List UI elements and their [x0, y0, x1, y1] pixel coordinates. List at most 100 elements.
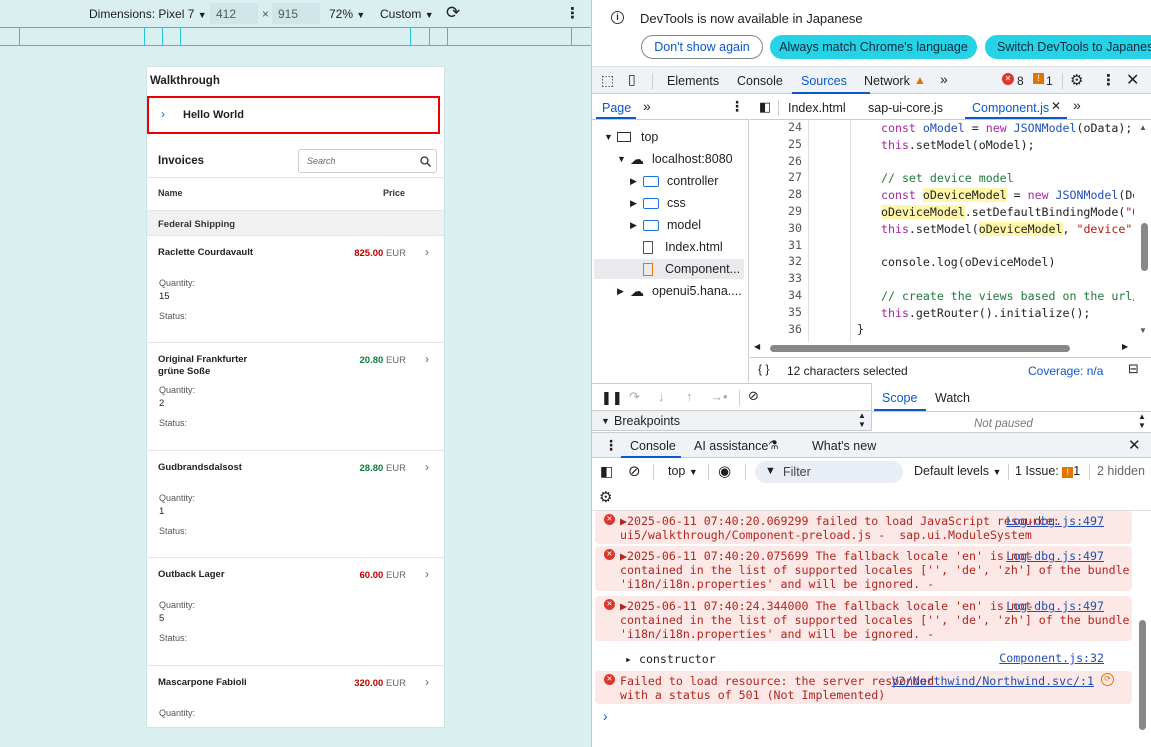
tree-item-model[interactable]: ▶ model — [630, 215, 701, 235]
eye-icon[interactable]: ◉ — [718, 462, 731, 480]
line-number[interactable]: 31 — [766, 238, 802, 252]
search-field[interactable]: Search — [298, 149, 437, 173]
warning-count[interactable]: 1 — [1046, 74, 1053, 88]
source-link[interactable]: Log-dbg.js:497 — [1006, 514, 1104, 528]
source-link[interactable]: Log-dbg.js:497 — [1006, 549, 1104, 563]
tree-item-top[interactable]: ▼ top — [604, 127, 658, 147]
coverage-status[interactable]: Coverage: n/a — [1028, 364, 1103, 378]
rotate-icon[interactable]: ⟳ — [446, 3, 460, 23]
error-count[interactable]: 8 — [1017, 74, 1024, 88]
height-input[interactable]: 915 — [272, 3, 320, 24]
more-options-icon[interactable]: ⋮ — [565, 4, 580, 22]
line-number[interactable]: 32 — [766, 254, 802, 268]
invoice-list-item[interactable]: Gudbrandsdalsost 28.80 EUR › Quantity: 1 Stat… — [147, 451, 444, 558]
tree-item-openui5[interactable]: ▶ ☁ openui5.hana.... — [617, 281, 742, 301]
invoice-list-item[interactable]: Raclette Courdavault 825.00 EUR › Quantity:… — [147, 236, 444, 343]
line-number[interactable]: 35 — [766, 305, 802, 319]
step-over-icon[interactable]: ↷ — [629, 389, 640, 405]
pretty-print-icon[interactable]: { } — [758, 362, 769, 376]
drawer-menu-icon[interactable]: ⋮ — [604, 437, 618, 454]
scroll-left-icon[interactable]: ◀ — [754, 342, 760, 351]
settings-gear-icon[interactable]: ⚙ — [1070, 71, 1083, 89]
breakpoints-section[interactable]: ▼ Breakpoints ▲ ▼ — [592, 411, 871, 431]
filter-input[interactable]: ▼ Filter — [755, 461, 903, 483]
deactivate-breakpoints-icon[interactable]: ⊘ — [748, 388, 759, 404]
editor-tab-component[interactable]: Component.js — [972, 101, 1049, 115]
tab-elements[interactable]: Elements — [667, 74, 719, 88]
tab-sources[interactable]: Sources — [801, 74, 847, 88]
line-number[interactable]: 27 — [766, 170, 802, 184]
inspect-icon[interactable]: ⬚ — [601, 72, 614, 89]
tree-item-index-html[interactable]: Index.html — [643, 237, 723, 257]
sidebar-toggle-icon[interactable]: ◧ — [600, 463, 613, 480]
clear-console-icon[interactable]: ⊘ — [628, 462, 641, 480]
console-error-message[interactable]: ✕ ▶2025-06-11 07:40:20.069299 failed to l… — [595, 511, 1132, 544]
drawer-tab-console[interactable]: Console — [630, 439, 676, 453]
close-devtools-icon[interactable]: ✕ — [1126, 70, 1139, 90]
levels-select[interactable]: Default levels ▼ — [914, 464, 1001, 478]
console-error-message[interactable]: ✕ ▶2025-06-11 07:40:20.075699 The fallbac… — [595, 546, 1132, 591]
console-error-message[interactable]: ✕ ▶2025-06-11 07:40:24.344000 The fallbac… — [595, 596, 1132, 641]
toggle-navigator-icon[interactable]: ◧ — [759, 99, 771, 115]
source-link[interactable]: Log-dbg.js:497 — [1006, 599, 1104, 613]
code-editor[interactable]: 24 25 26 27 28 29 30 31 32 33 34 35 36 const oModel … — [750, 120, 1134, 342]
more-nav-tabs-icon[interactable]: » — [643, 98, 651, 114]
drawer-tab-ai[interactable]: AI assistance — [694, 439, 768, 453]
zoom-select[interactable]: 72% ▼ — [329, 7, 365, 21]
invoice-list-item[interactable]: Original Frankfurter grüne Soße 20.80 EUR… — [147, 343, 444, 451]
close-drawer-icon[interactable]: ✕ — [1128, 436, 1141, 454]
network-request-icon[interactable]: ⟳ — [1101, 673, 1114, 686]
line-number[interactable]: 29 — [766, 204, 802, 218]
console-prompt-icon[interactable]: › — [603, 708, 608, 724]
more-tabs-icon[interactable]: » — [940, 71, 948, 87]
customize-menu-icon[interactable]: ⋮ — [1101, 71, 1116, 89]
tree-item-component-js[interactable]: Component... — [594, 259, 744, 279]
width-input[interactable]: 412 — [210, 3, 258, 24]
line-number[interactable]: 24 — [766, 120, 802, 134]
source-link[interactable]: V2/Northwind/Northwind.svc/:1 — [892, 674, 1094, 688]
tree-item-controller[interactable]: ▶ controller — [630, 171, 718, 191]
search-icon[interactable] — [420, 156, 431, 167]
editor-vertical-scrollbar[interactable] — [1141, 223, 1148, 271]
line-number[interactable]: 36 — [766, 322, 802, 336]
match-chrome-language-button[interactable]: Always match Chrome's language — [770, 35, 977, 59]
close-tab-icon[interactable]: ✕ — [1051, 99, 1061, 113]
line-number[interactable]: 34 — [766, 288, 802, 302]
hello-world-panel[interactable]: › Hello World — [147, 96, 440, 134]
tab-console[interactable]: Console — [737, 74, 783, 88]
tab-network[interactable]: Network — [864, 74, 910, 88]
line-number[interactable]: 28 — [766, 187, 802, 201]
context-select[interactable]: top ▼ — [668, 464, 698, 478]
step-out-icon[interactable]: ↑ — [686, 389, 693, 404]
nav-menu-icon[interactable]: ⋮ — [730, 98, 744, 115]
toggle-sidebar-icon[interactable]: ⊟ — [1128, 361, 1139, 377]
tab-page[interactable]: Page — [602, 101, 631, 115]
step-icon[interactable]: →• — [710, 389, 728, 404]
console-log-message[interactable]: ▸ constructor Component.js:32 — [595, 648, 1132, 668]
step-into-icon[interactable]: ↓ — [658, 389, 665, 404]
line-number[interactable]: 33 — [766, 271, 802, 285]
console-error-message[interactable]: ✕ Failed to load resource: the server res… — [595, 671, 1132, 704]
invoice-list-item[interactable]: Mascarpone Fabioli320.00 EUR›Quantity:St… — [147, 666, 444, 727]
more-editor-tabs-icon[interactable]: » — [1073, 97, 1081, 113]
tab-watch[interactable]: Watch — [935, 391, 970, 405]
line-number[interactable]: 30 — [766, 221, 802, 235]
scroll-right-icon[interactable]: ▶ — [1122, 342, 1128, 351]
tab-scope[interactable]: Scope — [882, 391, 917, 405]
code-content[interactable]: const oModel = new JSONModel(oData); thi… — [881, 120, 1134, 322]
line-number[interactable]: 26 — [766, 154, 802, 168]
issues-link[interactable]: 1 Issue: ! 1 — [1015, 464, 1080, 478]
dont-show-again-button[interactable]: Don't show again — [641, 35, 763, 59]
tree-item-localhost[interactable]: ▼ ☁ localhost:8080 — [617, 149, 733, 169]
editor-tab-sapuicore[interactable]: sap-ui-core.js — [868, 101, 943, 115]
line-number[interactable]: 25 — [766, 137, 802, 151]
console-settings-icon[interactable]: ⚙ — [599, 488, 612, 506]
pause-icon[interactable]: ❚❚ — [601, 390, 623, 406]
device-select[interactable]: Dimensions: Pixel 7 ▼ — [89, 7, 207, 21]
source-link[interactable]: Component.js:32 — [999, 651, 1104, 665]
scroll-down-icon[interactable]: ▼ — [1139, 326, 1147, 335]
editor-tab-index[interactable]: Index.html — [788, 101, 846, 115]
console-scrollbar[interactable] — [1139, 620, 1146, 730]
throttle-select[interactable]: Custom ▼ — [380, 7, 434, 21]
device-toggle-icon[interactable]: ▯ — [628, 71, 636, 88]
